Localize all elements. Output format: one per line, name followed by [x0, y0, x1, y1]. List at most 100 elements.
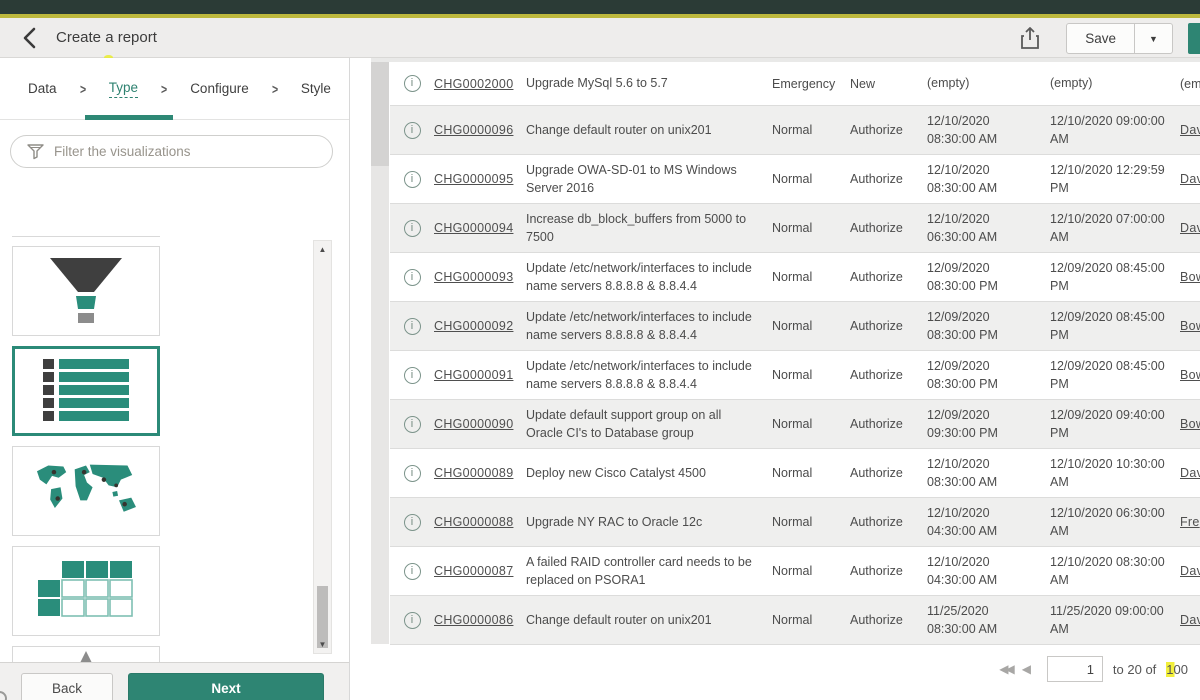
assignee-link[interactable]: Dav — [1180, 466, 1200, 480]
change-number-link[interactable]: CHG0000093 — [434, 270, 513, 284]
assignee-link[interactable]: Bow — [1180, 417, 1200, 431]
short-description: Upgrade OWA-SD-01 to MS Windows Server 2… — [526, 161, 772, 197]
step-configure[interactable]: Configure — [190, 81, 249, 96]
back-button[interactable]: Back — [21, 673, 113, 700]
change-number-link[interactable]: CHG0000092 — [434, 319, 513, 333]
change-number-link[interactable]: CHG0000089 — [434, 466, 513, 480]
short-description: Upgrade MySql 5.6 to 5.7 — [526, 74, 772, 92]
table-row[interactable]: i CHG0000091 Update /etc/network/interfa… — [390, 351, 1200, 400]
info-icon[interactable]: i — [404, 318, 421, 335]
viz-card-heatmap[interactable] — [12, 546, 160, 636]
end-date-cell: 12/09/2020 08:45:00 PM — [1050, 357, 1180, 393]
table-row[interactable]: i CHG0000096 Change default router on un… — [390, 106, 1200, 155]
info-icon[interactable]: i — [404, 171, 421, 188]
info-icon[interactable]: i — [404, 514, 421, 531]
short-description: Update /etc/network/interfaces to includ… — [526, 357, 772, 393]
short-description: Deploy new Cisco Catalyst 4500 — [526, 464, 772, 482]
cut-off-primary-button[interactable] — [1188, 23, 1200, 54]
pagination-first-icon[interactable]: ◀◀ — [999, 662, 1011, 676]
info-icon[interactable]: i — [404, 220, 421, 237]
table-scrollbar-thumb[interactable] — [371, 62, 389, 166]
table-row[interactable]: i CHG0000092 Update /etc/network/interfa… — [390, 302, 1200, 351]
export-icon — [1020, 26, 1040, 50]
chevron-right-icon: > — [80, 81, 86, 97]
assignee-link[interactable]: Bow — [1180, 270, 1200, 284]
state-cell: Authorize — [850, 172, 927, 186]
assignee-link[interactable]: Dav — [1180, 172, 1200, 186]
change-number-link[interactable]: CHG0000096 — [434, 123, 513, 137]
info-icon[interactable]: i — [404, 122, 421, 139]
priority-cell: Normal — [772, 564, 850, 578]
table-row[interactable]: i CHG0000093 Update /etc/network/interfa… — [390, 253, 1200, 302]
change-number-link[interactable]: CHG0002000 — [434, 77, 513, 91]
start-date-cell: 12/10/2020 04:30:00 AM — [927, 504, 1050, 540]
save-button[interactable]: Save — [1067, 24, 1134, 53]
info-icon[interactable]: i — [404, 563, 421, 580]
assignee-link[interactable]: Dav — [1180, 221, 1200, 235]
assignee-link[interactable]: Fre — [1180, 515, 1200, 529]
table-row[interactable]: i CHG0000087 A failed RAID controller ca… — [390, 547, 1200, 596]
share-icon[interactable] — [1018, 26, 1042, 52]
end-date-cell: 12/09/2020 09:40:00 PM — [1050, 406, 1180, 442]
table-row[interactable]: i CHG0000086 Change default router on un… — [390, 596, 1200, 645]
info-icon[interactable]: i — [404, 269, 421, 286]
info-icon[interactable]: i — [404, 367, 421, 384]
scrollbar-thumb[interactable] — [317, 586, 328, 648]
chevron-right-icon: > — [272, 81, 278, 97]
table-row[interactable]: i CHG0002000 Upgrade MySql 5.6 to 5.7 Em… — [390, 62, 1200, 106]
table-row[interactable]: i CHG0000094 Increase db_block_buffers f… — [390, 204, 1200, 253]
short-description: Change default router on unix201 — [526, 121, 772, 139]
assignee-link[interactable]: Dav — [1180, 123, 1200, 137]
start-date-cell: 12/10/2020 06:30:00 AM — [927, 210, 1050, 246]
short-description: Change default router on unix201 — [526, 611, 772, 629]
active-step-underline — [85, 115, 173, 120]
change-number-link[interactable]: CHG0000094 — [434, 221, 513, 235]
assignee-link[interactable]: Bow — [1180, 319, 1200, 333]
table-left-scrollbar[interactable] — [371, 62, 389, 644]
pagination-page-input[interactable] — [1047, 656, 1103, 682]
viz-card-pyramid[interactable] — [12, 646, 160, 662]
start-date-cell: 12/09/2020 08:30:00 PM — [927, 308, 1050, 344]
save-dropdown-button[interactable]: ▼ — [1134, 24, 1172, 53]
change-number-link[interactable]: CHG0000091 — [434, 368, 513, 382]
info-icon[interactable]: i — [404, 612, 421, 629]
change-number-link[interactable]: CHG0000087 — [434, 564, 513, 578]
table-row[interactable]: i CHG0000095 Upgrade OWA-SD-01 to MS Win… — [390, 155, 1200, 204]
save-split-button: Save ▼ — [1066, 23, 1173, 54]
step-style[interactable]: Style — [301, 81, 331, 96]
assignee-link[interactable]: Dav — [1180, 613, 1200, 627]
chevron-right-icon: > — [161, 81, 167, 97]
list-icon — [40, 358, 132, 424]
info-icon[interactable]: i — [404, 416, 421, 433]
step-data[interactable]: Data — [28, 81, 57, 96]
priority-cell: Normal — [772, 466, 850, 480]
change-number-link[interactable]: CHG0000088 — [434, 515, 513, 529]
short-description: Update /etc/network/interfaces to includ… — [526, 308, 772, 344]
visualization-list: ▲ ▼ — [0, 230, 349, 662]
viz-scrollbar[interactable]: ▲ ▼ — [313, 240, 332, 654]
next-button[interactable]: Next — [128, 673, 324, 700]
back-arrow-button[interactable] — [16, 25, 44, 53]
step-type[interactable]: Type — [109, 80, 138, 98]
table-row[interactable]: i CHG0000090 Update default support grou… — [390, 400, 1200, 449]
change-number-link[interactable]: CHG0000090 — [434, 417, 513, 431]
info-icon[interactable]: i — [404, 75, 421, 92]
pagination-range-label: to 20 of — [1113, 662, 1156, 677]
assignee-link[interactable]: Bow — [1180, 368, 1200, 382]
viz-card-funnel[interactable] — [12, 246, 160, 336]
viz-card-list[interactable] — [12, 346, 160, 436]
pagination-prev-icon[interactable]: ◀ — [1022, 662, 1031, 676]
priority-cell: Normal — [772, 515, 850, 529]
assignee-link[interactable]: (em — [1180, 77, 1200, 91]
pyramid-icon — [34, 649, 138, 662]
table-row[interactable]: i CHG0000089 Deploy new Cisco Catalyst 4… — [390, 449, 1200, 498]
viz-card-map[interactable] — [12, 446, 160, 536]
scroll-down-icon[interactable]: ▼ — [314, 640, 331, 649]
table-row[interactable]: i CHG0000088 Upgrade NY RAC to Oracle 12… — [390, 498, 1200, 547]
change-number-link[interactable]: CHG0000086 — [434, 613, 513, 627]
info-icon[interactable]: i — [404, 465, 421, 482]
scroll-up-icon[interactable]: ▲ — [314, 245, 331, 254]
assignee-link[interactable]: Dav — [1180, 564, 1200, 578]
change-number-link[interactable]: CHG0000095 — [434, 172, 513, 186]
filter-visualizations-input[interactable] — [54, 144, 332, 159]
